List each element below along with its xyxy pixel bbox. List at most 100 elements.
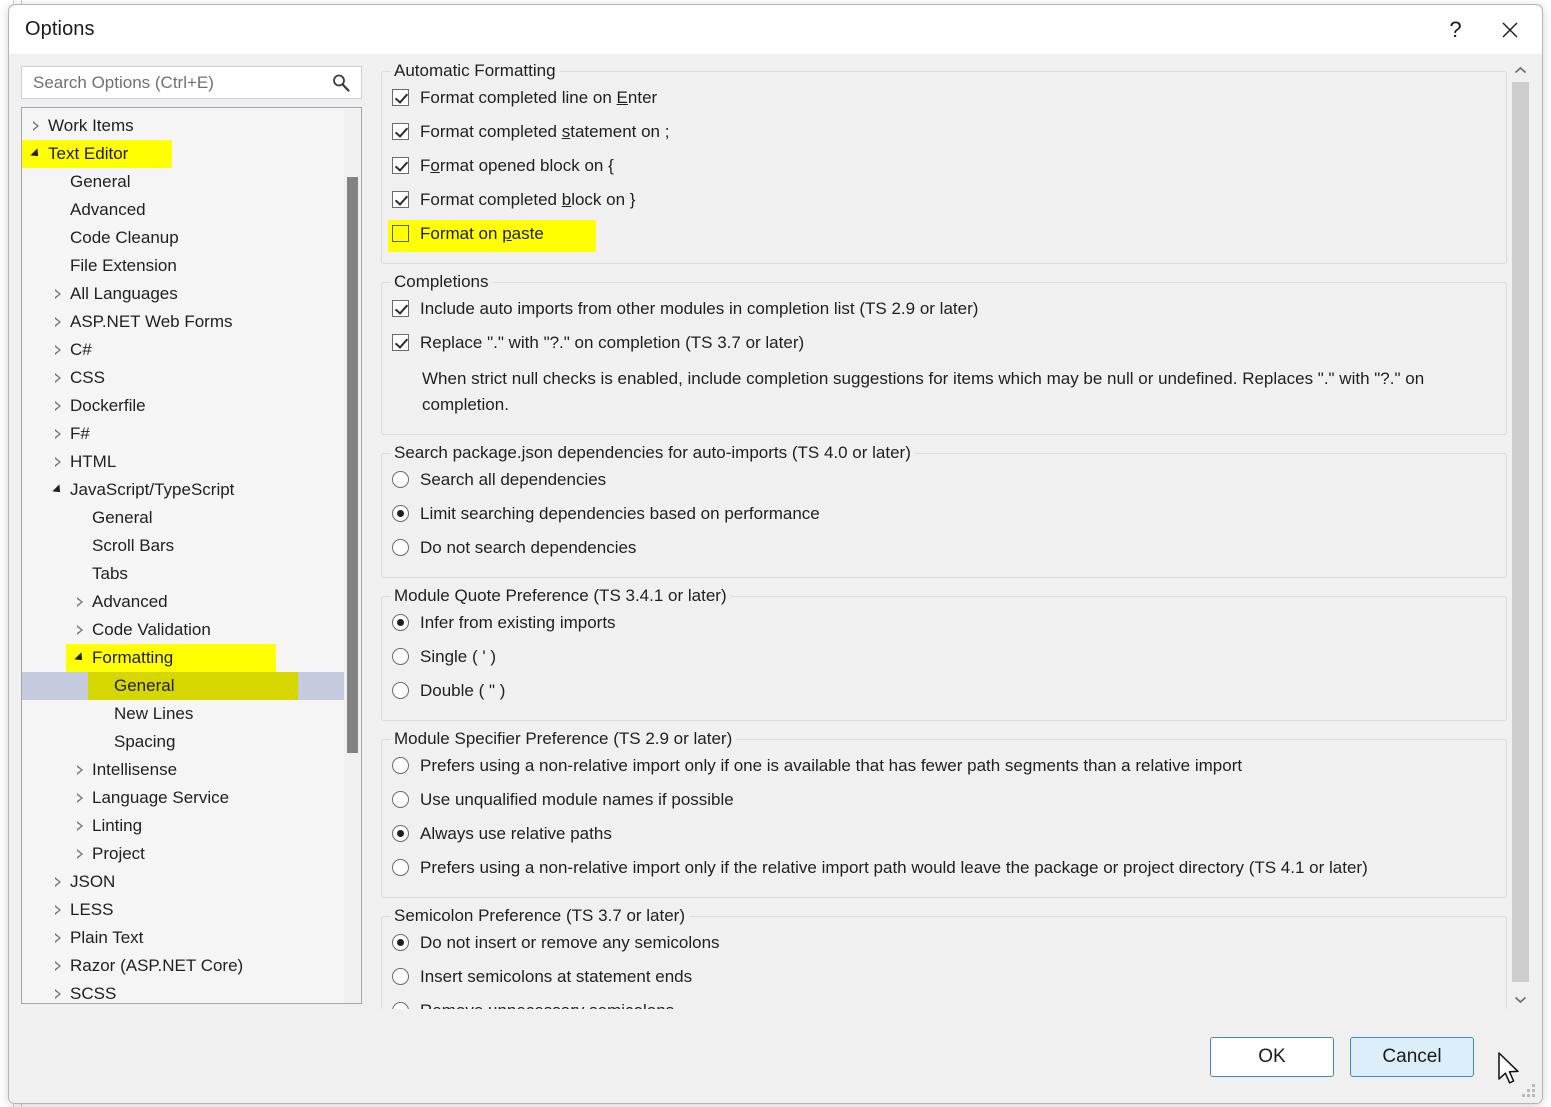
chevron-down-icon[interactable]	[52, 483, 66, 497]
close-icon[interactable]	[1485, 5, 1534, 54]
chevron-right-icon[interactable]	[52, 371, 66, 385]
tree-item[interactable]: File Extension	[22, 252, 344, 280]
radio-unselected-icon[interactable]	[392, 968, 409, 985]
radio-unselected-icon[interactable]	[392, 791, 409, 808]
radio-row[interactable]: Do not search dependencies	[382, 533, 1506, 567]
tree-item[interactable]: Tabs	[22, 560, 344, 588]
tree-item[interactable]: ASP.NET Web Forms	[22, 308, 344, 336]
checkbox-row[interactable]: Format completed block on }	[382, 185, 1506, 219]
checkbox-checked-icon[interactable]	[392, 123, 409, 140]
chevron-right-icon[interactable]	[52, 287, 66, 301]
tree-item[interactable]: Plain Text	[22, 924, 344, 952]
chevron-right-icon[interactable]	[74, 623, 88, 637]
tree-item[interactable]: Project	[22, 840, 344, 868]
checkbox-checked-icon[interactable]	[392, 334, 409, 351]
search-input[interactable]	[31, 71, 321, 94]
tree-item[interactable]: Code Validation	[22, 616, 344, 644]
tree-item[interactable]: Linting	[22, 812, 344, 840]
chevron-right-icon[interactable]	[52, 315, 66, 329]
checkbox-row[interactable]: Format opened block on {	[382, 151, 1506, 185]
tree-scrollbar-thumb[interactable]	[347, 177, 358, 753]
chevron-right-icon[interactable]	[52, 427, 66, 441]
chevron-right-icon[interactable]	[52, 399, 66, 413]
radio-selected-icon[interactable]	[392, 505, 409, 522]
radio-row[interactable]: Remove unnecessary semicolons	[382, 996, 1506, 1009]
checkbox-row[interactable]: Format on paste	[382, 219, 1506, 253]
content-scrollbar[interactable]	[1511, 61, 1530, 1009]
tree-item[interactable]: Advanced	[22, 588, 344, 616]
tree-item[interactable]: General	[22, 168, 344, 196]
tree-item[interactable]: General	[22, 504, 344, 532]
help-icon[interactable]: ?	[1431, 5, 1480, 54]
checkbox-row[interactable]: Format completed statement on ;	[382, 117, 1506, 151]
search-box[interactable]	[21, 66, 362, 99]
radio-row[interactable]: Limit searching dependencies based on pe…	[382, 499, 1506, 533]
checkbox-checked-icon[interactable]	[392, 191, 409, 208]
radio-unselected-icon[interactable]	[392, 859, 409, 876]
radio-row[interactable]: Use unqualified module names if possible	[382, 785, 1506, 819]
scroll-down-icon[interactable]	[1511, 990, 1530, 1009]
tree-item[interactable]: Razor (ASP.NET Core)	[22, 952, 344, 980]
radio-row[interactable]: Always use relative paths	[382, 819, 1506, 853]
radio-row[interactable]: Infer from existing imports	[382, 608, 1506, 642]
tree-item[interactable]: Work Items	[22, 112, 344, 140]
radio-row[interactable]: Double ( " )	[382, 676, 1506, 710]
chevron-right-icon[interactable]	[52, 903, 66, 917]
checkbox-row[interactable]: Replace "." with "?." on completion (TS …	[382, 328, 1506, 362]
radio-row[interactable]: Search all dependencies	[382, 465, 1506, 499]
chevron-right-icon[interactable]	[52, 987, 66, 1001]
radio-selected-icon[interactable]	[392, 825, 409, 842]
radio-row[interactable]: Do not insert or remove any semicolons	[382, 928, 1506, 962]
chevron-right-icon[interactable]	[74, 847, 88, 861]
radio-unselected-icon[interactable]	[392, 648, 409, 665]
tree-item[interactable]: C#	[22, 336, 344, 364]
radio-row[interactable]: Prefers using a non-relative import only…	[382, 751, 1506, 785]
chevron-right-icon[interactable]	[30, 119, 44, 133]
tree-item[interactable]: CSS	[22, 364, 344, 392]
radio-row[interactable]: Single ( ' )	[382, 642, 1506, 676]
tree-item[interactable]: JavaScript/TypeScript	[22, 476, 344, 504]
chevron-right-icon[interactable]	[74, 763, 88, 777]
chevron-right-icon[interactable]	[52, 455, 66, 469]
radio-unselected-icon[interactable]	[392, 757, 409, 774]
tree-item[interactable]: Advanced	[22, 196, 344, 224]
tree-item[interactable]: SCSS	[22, 980, 344, 1003]
scroll-up-icon[interactable]	[1511, 61, 1530, 80]
radio-row[interactable]: Prefers using a non-relative import only…	[382, 853, 1506, 887]
checkbox-checked-icon[interactable]	[392, 300, 409, 317]
radio-row[interactable]: Insert semicolons at statement ends	[382, 962, 1506, 996]
tree-item[interactable]: LESS	[22, 896, 344, 924]
radio-selected-icon[interactable]	[392, 934, 409, 951]
tree-item[interactable]: New Lines	[22, 700, 344, 728]
radio-unselected-icon[interactable]	[392, 682, 409, 699]
checkbox-unchecked-icon[interactable]	[392, 225, 409, 242]
chevron-right-icon[interactable]	[74, 595, 88, 609]
radio-unselected-icon[interactable]	[392, 1002, 409, 1009]
checkbox-row[interactable]: Format completed line on Enter	[382, 83, 1506, 117]
ok-button[interactable]: OK	[1210, 1037, 1334, 1077]
search-icon[interactable]	[330, 72, 352, 94]
chevron-right-icon[interactable]	[74, 819, 88, 833]
tree-item[interactable]: Code Cleanup	[22, 224, 344, 252]
tree-item[interactable]: JSON	[22, 868, 344, 896]
tree-item[interactable]: Spacing	[22, 728, 344, 756]
chevron-down-icon[interactable]	[74, 651, 88, 665]
radio-unselected-icon[interactable]	[392, 539, 409, 556]
chevron-right-icon[interactable]	[52, 343, 66, 357]
chevron-right-icon[interactable]	[52, 959, 66, 973]
tree-item[interactable]: All Languages	[22, 280, 344, 308]
tree-item[interactable]: Text Editor	[22, 140, 344, 168]
options-tree[interactable]: Work Items Text Editor General Advanced Code…	[21, 107, 362, 1004]
tree-item[interactable]: Formatting	[22, 644, 344, 672]
tree-item[interactable]: F#	[22, 420, 344, 448]
radio-unselected-icon[interactable]	[392, 471, 409, 488]
tree-item[interactable]: General	[22, 672, 344, 700]
tree-item[interactable]: Dockerfile	[22, 392, 344, 420]
chevron-right-icon[interactable]	[52, 875, 66, 889]
cancel-button[interactable]: Cancel	[1350, 1037, 1474, 1077]
checkbox-checked-icon[interactable]	[392, 89, 409, 106]
resize-grip[interactable]	[1521, 1083, 1535, 1097]
tree-item[interactable]: Intellisense	[22, 756, 344, 784]
checkbox-row[interactable]: Include auto imports from other modules …	[382, 294, 1506, 328]
tree-item[interactable]: HTML	[22, 448, 344, 476]
